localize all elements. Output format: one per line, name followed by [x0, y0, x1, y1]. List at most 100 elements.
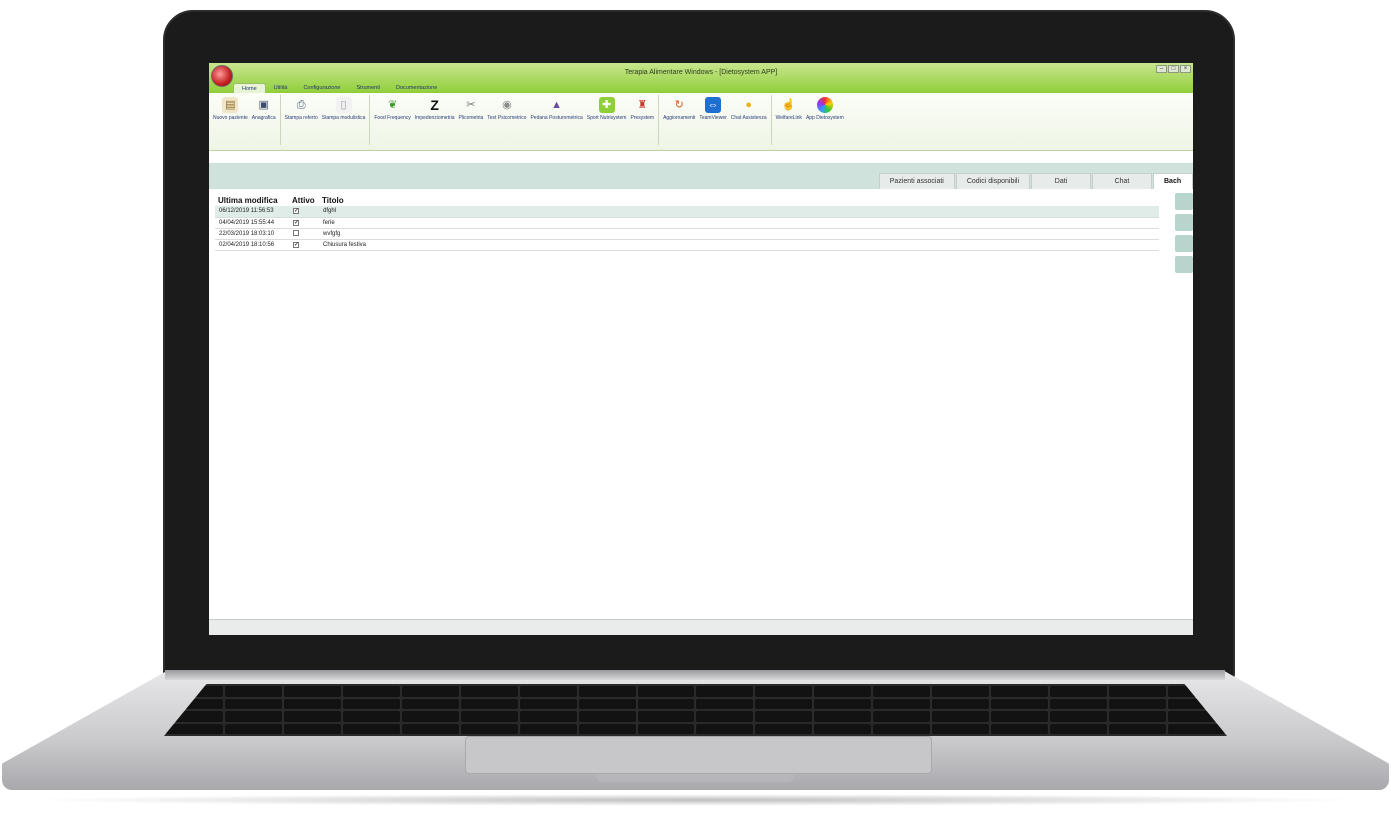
keyboard-key — [755, 686, 813, 697]
app-dietosystem-button[interactable]: App Dietosystem — [804, 95, 846, 121]
column-header[interactable]: Titolo — [319, 195, 1159, 206]
column-header[interactable]: Attivo — [289, 195, 319, 206]
menu-bar: Home Utilità Configurazione Strumenti Do… — [233, 83, 445, 93]
keyboard-key — [342, 723, 400, 734]
printer-icon: ⎙ — [296, 99, 306, 111]
minimize-icon[interactable]: – — [1156, 65, 1167, 73]
keyboard-key — [342, 698, 400, 709]
keyboard-key — [1109, 711, 1167, 722]
keyboard-key — [224, 723, 282, 734]
tab-dati[interactable]: Dati — [1031, 173, 1091, 189]
keyboard-key — [1109, 723, 1167, 734]
tab-chat[interactable]: Chat — [1092, 173, 1152, 189]
keyboard-key — [637, 698, 695, 709]
keyboard-key — [755, 711, 813, 722]
menu-home[interactable]: Home — [233, 83, 266, 93]
tab-bacheca[interactable]: Bach — [1153, 173, 1193, 189]
refresh-icon: ↻ — [674, 99, 684, 111]
keyboard-key — [814, 686, 872, 697]
divider — [770, 95, 772, 145]
keyboard-key — [283, 686, 341, 697]
column-header[interactable]: Ultima modifica — [215, 195, 289, 206]
active-checkbox[interactable] — [293, 229, 299, 236]
keyboard-key — [932, 686, 990, 697]
sport-nutrisystem-button[interactable]: ✚ Sport Nutrisystem — [585, 95, 629, 121]
side-button[interactable] — [1175, 193, 1193, 210]
chat-assistenza-button[interactable]: ● Chat Assistenza — [729, 95, 769, 121]
keyboard-key — [1050, 698, 1108, 709]
stampa-referto-button[interactable]: ⎙ Stampa referto — [283, 95, 320, 121]
welfarelink-button[interactable]: ☝ WelfareLink — [774, 95, 804, 121]
lid-notch — [595, 774, 795, 782]
keyboard-key — [873, 711, 931, 722]
keyboard-key — [401, 686, 459, 697]
menu-documentazione[interactable]: Documentazione — [388, 83, 445, 93]
table-row[interactable]: 06/12/2019 11:56:53 ✓ dfghl — [215, 206, 1159, 218]
window-title: Terapia Alimentare Windows - [Dietosyste… — [624, 69, 778, 76]
aggiornamenti-button[interactable]: ↻ Aggiornamenti — [661, 95, 697, 121]
pedana-posturometrica-button[interactable]: ▲ Pedana Posturometrica — [528, 95, 584, 121]
menu-utilita[interactable]: Utilità — [266, 83, 296, 93]
tab-pazienti-associati[interactable]: Pazienti associati — [878, 173, 955, 189]
active-checkbox[interactable]: ✓ — [293, 208, 299, 215]
plicometria-button[interactable]: ✂ Plicometria — [457, 95, 486, 121]
nuovo-paziente-button[interactable]: ▤ Nuovo paziente — [211, 95, 250, 121]
test-psicometrico-button[interactable]: ◉ Test Psicometrico — [485, 95, 528, 121]
scale-icon: ▲ — [551, 99, 563, 111]
divider — [369, 95, 371, 145]
close-icon[interactable]: × — [1180, 65, 1191, 73]
keyboard-key — [342, 686, 400, 697]
keyboard-key — [283, 723, 341, 734]
hinge — [165, 670, 1225, 680]
keyboard-key — [696, 698, 754, 709]
tab-codici-disponibili[interactable]: Codici disponibili — [955, 173, 1030, 189]
keyboard-key — [460, 711, 518, 722]
row-active: ✓ — [289, 217, 319, 229]
keyboard-key — [224, 698, 282, 709]
side-button[interactable] — [1175, 214, 1193, 231]
keyboard-key — [1109, 698, 1167, 709]
menu-configurazione[interactable]: Configurazione — [295, 83, 348, 93]
keyboard-key — [460, 723, 518, 734]
tab-bar: Pazienti associati Codici disponibili Da… — [878, 173, 1193, 189]
keyboard-key — [283, 711, 341, 722]
keyboard-key — [342, 711, 400, 722]
sport-icon: ✚ — [598, 97, 615, 113]
caliper-icon: ✂ — [466, 99, 476, 111]
keyboard-key — [755, 723, 813, 734]
keyboard-key — [637, 686, 695, 697]
row-title: ferie — [319, 217, 1159, 229]
menu-strumenti[interactable]: Strumenti — [348, 83, 388, 93]
active-checkbox[interactable]: ✓ — [293, 219, 299, 226]
side-button[interactable] — [1175, 256, 1193, 273]
table-row[interactable]: 04/04/2019 15:55:44 ✓ ferie — [215, 217, 1159, 229]
keyboard-key — [932, 711, 990, 722]
keyboard-key — [991, 723, 1049, 734]
stampa-modulistica-button[interactable]: ▯ Stampa modulistica — [320, 95, 368, 121]
document-icon: ▯ — [335, 97, 352, 113]
side-button[interactable] — [1175, 235, 1193, 252]
hand-icon: ☝ — [781, 99, 796, 111]
z-icon: Z — [430, 97, 439, 113]
row-date: 22/03/2019 18:03:10 — [215, 228, 289, 240]
table-row[interactable]: 22/03/2019 18:03:10 wvfgfg — [215, 228, 1159, 240]
maximize-icon[interactable]: □ — [1168, 65, 1179, 73]
trackpad[interactable] — [465, 736, 932, 774]
teamviewer-button[interactable]: ⇔ TeamViewer — [697, 95, 728, 121]
laptop-base — [2, 670, 1389, 810]
table-row[interactable]: 02/04/2019 18:10:56 ✓ Chiusura festiva — [215, 239, 1159, 251]
keyboard-key — [1109, 686, 1167, 697]
impedenziometria-button[interactable]: Z Impedenziometria — [413, 95, 457, 121]
food-icon: ❦ — [387, 99, 398, 111]
keyboard — [164, 684, 1227, 736]
food-frequency-button[interactable]: ❦ Food Frequency — [372, 95, 412, 121]
status-bar — [209, 619, 1193, 635]
keyboard-key — [460, 698, 518, 709]
messages-table: Ultima modifica Attivo Titolo 06/12/2019… — [215, 195, 1159, 251]
title-bar: Terapia Alimentare Windows - [Dietosyste… — [209, 63, 1193, 93]
presystem-button[interactable]: ♜ Presystem — [628, 95, 656, 121]
posture-icon: ♜ — [637, 99, 648, 111]
anagrafica-button[interactable]: ▣ Anagrafica — [250, 95, 278, 121]
active-checkbox[interactable]: ✓ — [293, 241, 299, 248]
keyboard-key — [401, 698, 459, 709]
